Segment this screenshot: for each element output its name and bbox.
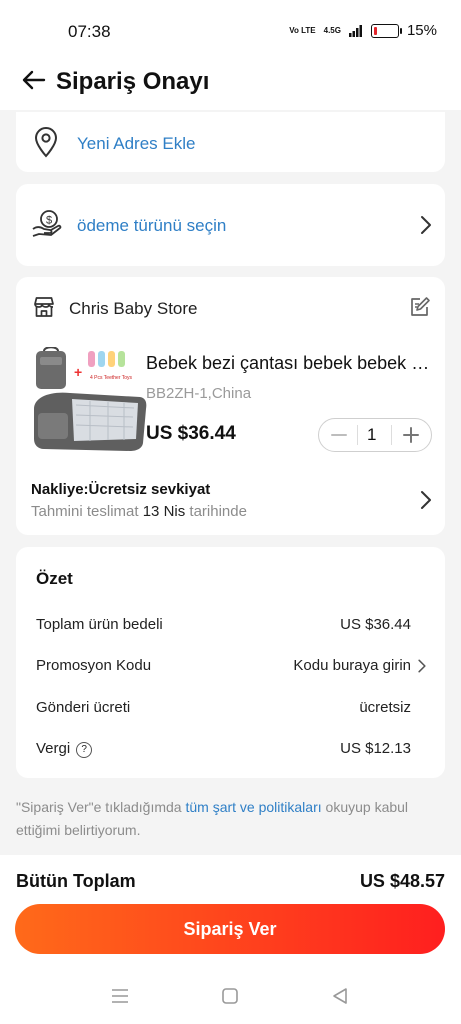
place-order-button[interactable]: Sipariş Ver [15,904,445,954]
note-edit-icon[interactable] [409,296,431,318]
chevron-right-icon[interactable] [417,658,427,674]
battery-percent: 15% [406,22,437,39]
delivery-date: 13 Nis [142,503,186,520]
quantity-stepper: 1 [318,418,432,452]
delivery-estimate: Tahmini teslimat 13 Nis tarihinde [31,503,247,520]
payment-method-link[interactable]: ödeme türünü seçin [77,216,226,236]
chevron-right-icon [421,216,431,234]
signal-indicator: 4.5G [323,25,341,35]
stepper-divider [391,425,392,445]
delivery-suffix: tarihinde [189,503,247,520]
payment-card[interactable]: $ ödeme türünü seçin [16,184,445,266]
summary-label-subtotal: Toplam ürün bedeli [36,616,163,633]
grand-total-label: Bütün Toplam [16,871,136,891]
svg-text:$: $ [46,215,52,227]
system-nav-bar [0,980,461,1024]
status-bar: 07:38 Vo LTE 4.5G 15% [0,0,461,60]
arrow-left-icon[interactable] [20,66,48,94]
store-icon [34,297,54,317]
promo-code-link[interactable]: Kodu buraya girin [293,657,411,674]
payment-hand-coin-icon: $ [32,210,62,237]
terms-prefix: "Sipariş Ver"e tıkladığımda [16,799,182,815]
tax-label: Vergi [36,740,71,757]
grand-total-value: US $48.57 [359,871,445,891]
product-price: US $36.44 [146,423,236,444]
battery-level [373,26,378,35]
summary-value-subtotal: US $36.44 [340,616,411,633]
summary-card: Özet Toplam ürün bedeli US $36.44 Promos… [16,547,445,778]
page-header: Sipariş Onayı [0,60,461,110]
svg-text:+: + [74,364,82,380]
summary-value-shipping: ücretsiz [359,699,411,716]
delivery-prefix: Tahmini teslimat [31,503,139,520]
product-sku: BB2ZH-1,China [146,385,252,402]
minus-icon[interactable] [327,423,351,447]
home-square-icon[interactable] [221,987,239,1005]
signal-bars-icon [348,24,362,37]
location-pin-icon [34,127,58,158]
status-indicators: Vo LTE 4.5G 15% [289,22,437,39]
product-image-label: 4 Pcs Teether Toys [90,375,133,381]
add-address-link[interactable]: Yeni Adres Ekle [77,134,195,154]
store-card: Chris Baby Store + 4 Pcs Teether Toys Be… [16,277,445,535]
address-card[interactable]: Yeni Adres Ekle [16,112,445,172]
back-triangle-icon[interactable] [331,987,349,1005]
status-time: 07:38 [68,22,111,41]
chevron-right-icon[interactable] [419,489,433,511]
help-icon[interactable]: ? [76,742,93,758]
summary-label-tax: Vergi? [36,740,93,758]
shipping-title: Nakliye:Ücretsiz sevkiyat [31,481,211,498]
summary-title: Özet [36,569,73,588]
checkout-footer: Bütün Toplam US $48.57 Sipariş Ver [0,855,461,1024]
product-title[interactable]: Bebek bezi çantası bebek bebek d... [146,353,436,374]
page-title: Sipariş Onayı [56,68,210,95]
volte-indicator: Vo LTE [289,25,316,35]
stepper-divider [357,425,358,445]
plus-icon[interactable] [399,423,423,447]
battery-icon [370,23,402,38]
summary-label-promo: Promosyon Kodu [36,657,152,674]
quantity-value[interactable]: 1 [367,425,376,445]
summary-value-tax: US $12.13 [340,740,411,757]
terms-link[interactable]: tüm şart ve politikaları [185,799,321,815]
store-name[interactable]: Chris Baby Store [69,299,198,319]
terms-notice: "Sipariş Ver"e tıkladığımda tüm şart ve … [16,796,436,842]
summary-label-shipping: Gönderi ücreti [36,699,131,716]
product-image[interactable]: + 4 Pcs Teether Toys [30,347,148,455]
menu-icon[interactable] [111,988,129,1004]
